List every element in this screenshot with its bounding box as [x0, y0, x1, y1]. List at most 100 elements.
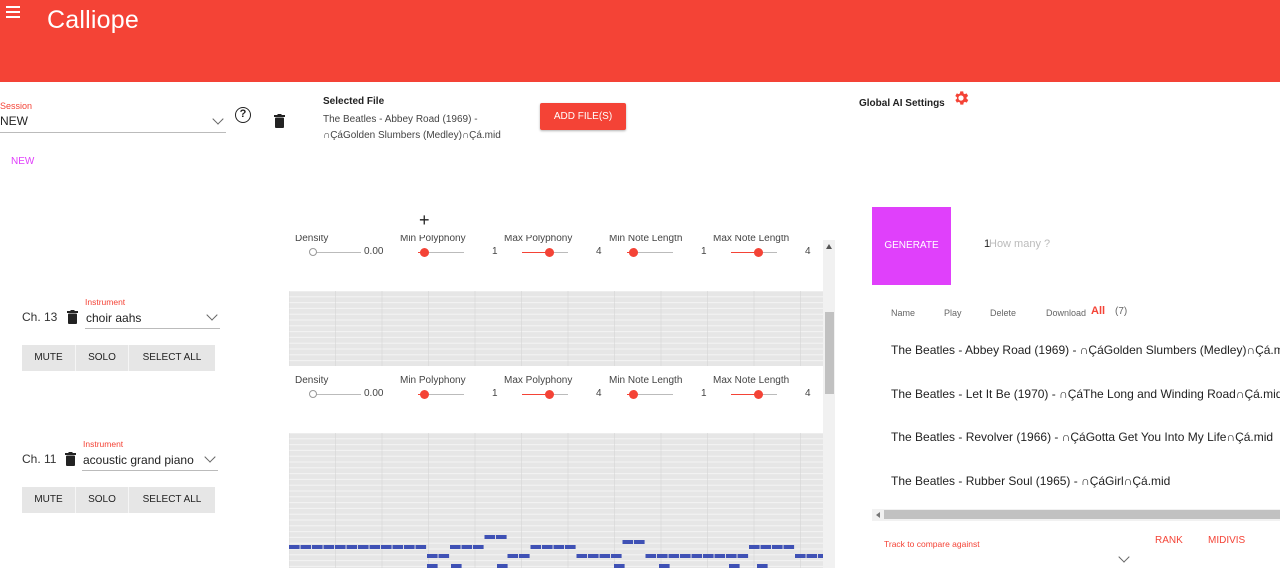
- add-track-plus-icon[interactable]: +: [419, 210, 430, 231]
- slider-thumb[interactable]: [309, 390, 317, 398]
- midi-note[interactable]: [461, 545, 473, 549]
- slider-track[interactable]: [313, 394, 361, 395]
- list-item[interactable]: The Beatles - Rubber Soul (1965) - ∩ÇáGi…: [891, 474, 1280, 488]
- scroll-up-arrow-icon[interactable]: [826, 244, 832, 249]
- instrument-chevron-down-icon[interactable]: [204, 451, 216, 463]
- download-all-link[interactable]: All: [1091, 305, 1105, 317]
- slider-thumb[interactable]: [629, 390, 639, 399]
- midi-note[interactable]: [614, 564, 625, 568]
- rank-button[interactable]: RANK: [1155, 535, 1183, 546]
- midi-note[interactable]: [680, 554, 691, 558]
- new-session-link[interactable]: NEW: [11, 156, 34, 167]
- compare-chevron-down-icon[interactable]: [1118, 551, 1130, 563]
- midi-note[interactable]: [772, 545, 783, 549]
- midi-note[interactable]: [404, 545, 415, 549]
- mute-button[interactable]: MUTE: [22, 345, 76, 371]
- midi-note[interactable]: [726, 554, 737, 558]
- midi-note[interactable]: [392, 545, 404, 549]
- midi-note[interactable]: [795, 554, 806, 558]
- horizontal-scrollbar-thumb[interactable]: [884, 510, 1280, 519]
- list-item[interactable]: The Beatles - Abbey Road (1969) - ∩ÇáGol…: [891, 343, 1280, 357]
- scroll-left-arrow-icon[interactable]: [876, 512, 880, 518]
- midi-note[interactable]: [451, 564, 462, 568]
- session-select[interactable]: NEW: [0, 114, 28, 128]
- delete-session-trash-icon[interactable]: [274, 114, 285, 128]
- slider-thumb[interactable]: [545, 390, 555, 399]
- midi-note[interactable]: [760, 545, 772, 549]
- midi-note[interactable]: [507, 554, 519, 558]
- midi-note[interactable]: [312, 545, 323, 549]
- midi-note[interactable]: [427, 554, 438, 558]
- slider-thumb[interactable]: [754, 390, 764, 399]
- solo-button[interactable]: SOLO: [76, 487, 129, 513]
- midi-note[interactable]: [634, 540, 645, 544]
- vertical-scrollbar[interactable]: [823, 240, 835, 568]
- midi-note[interactable]: [484, 535, 496, 539]
- midi-note[interactable]: [622, 540, 634, 544]
- midi-note[interactable]: [335, 545, 346, 549]
- midi-note[interactable]: [415, 545, 427, 549]
- midivis-button[interactable]: MIDIVIS: [1208, 535, 1245, 546]
- solo-button[interactable]: SOLO: [76, 345, 129, 371]
- generate-button[interactable]: GENERATE: [872, 207, 951, 285]
- midi-note[interactable]: [497, 564, 508, 568]
- midi-note[interactable]: [519, 554, 530, 558]
- midi-note[interactable]: [691, 554, 703, 558]
- midi-note[interactable]: [588, 554, 599, 558]
- list-item[interactable]: The Beatles - Let It Be (1970) - ∩ÇáThe …: [891, 387, 1280, 401]
- midi-note[interactable]: [657, 554, 668, 558]
- slider-track[interactable]: [313, 252, 361, 253]
- midi-note[interactable]: [496, 535, 507, 539]
- midi-note[interactable]: [645, 554, 657, 558]
- piano-roll-choir-aahs[interactable]: [289, 291, 823, 366]
- mute-button[interactable]: MUTE: [22, 487, 76, 513]
- slider-thumb[interactable]: [545, 248, 555, 257]
- midi-note[interactable]: [749, 545, 760, 549]
- help-icon[interactable]: ?: [235, 107, 251, 123]
- session-chevron-down-icon[interactable]: [212, 113, 224, 125]
- midi-note[interactable]: [703, 554, 714, 558]
- midi-note[interactable]: [346, 545, 358, 549]
- midi-note[interactable]: [783, 545, 795, 549]
- midi-note[interactable]: [358, 545, 369, 549]
- slider-thumb[interactable]: [420, 390, 430, 399]
- midi-note[interactable]: [659, 564, 670, 568]
- midi-note[interactable]: [473, 545, 484, 549]
- midi-note[interactable]: [323, 545, 335, 549]
- piano-roll-acoustic-grand-piano[interactable]: [289, 433, 823, 568]
- slider-thumb[interactable]: [754, 248, 764, 257]
- midi-note[interactable]: [381, 545, 392, 549]
- midi-note[interactable]: [553, 545, 565, 549]
- midi-note[interactable]: [729, 564, 740, 568]
- list-item[interactable]: The Beatles - Revolver (1966) - ∩ÇáGotta…: [891, 430, 1280, 444]
- menu-icon[interactable]: [6, 6, 20, 18]
- midi-note[interactable]: [369, 545, 381, 549]
- midi-note[interactable]: [300, 545, 312, 549]
- delete-track-trash-icon[interactable]: [67, 310, 78, 324]
- midi-note[interactable]: [757, 564, 768, 568]
- instrument-select[interactable]: acoustic grand piano: [83, 453, 194, 467]
- vertical-scrollbar-thumb[interactable]: [825, 312, 834, 394]
- midi-note[interactable]: [289, 545, 300, 549]
- midi-note[interactable]: [806, 554, 818, 558]
- select-all-button[interactable]: SELECT ALL: [129, 487, 215, 513]
- delete-track-trash-icon[interactable]: [65, 452, 76, 466]
- slider-thumb[interactable]: [629, 248, 639, 257]
- midi-note[interactable]: [668, 554, 680, 558]
- midi-note[interactable]: [611, 554, 622, 558]
- midi-note[interactable]: [565, 545, 576, 549]
- midi-note[interactable]: [542, 545, 553, 549]
- midi-note[interactable]: [438, 554, 450, 558]
- gear-icon[interactable]: [952, 89, 970, 107]
- select-all-button[interactable]: SELECT ALL: [129, 345, 215, 371]
- midi-note[interactable]: [599, 554, 611, 558]
- midi-note[interactable]: [714, 554, 726, 558]
- instrument-select[interactable]: choir aahs: [86, 311, 141, 325]
- add-files-button[interactable]: ADD FILE(S): [540, 103, 626, 130]
- midi-note[interactable]: [737, 554, 749, 558]
- midi-note[interactable]: [576, 554, 588, 558]
- instrument-chevron-down-icon[interactable]: [206, 309, 218, 321]
- slider-thumb[interactable]: [420, 248, 430, 257]
- slider-thumb[interactable]: [309, 248, 317, 256]
- midi-note[interactable]: [530, 545, 542, 549]
